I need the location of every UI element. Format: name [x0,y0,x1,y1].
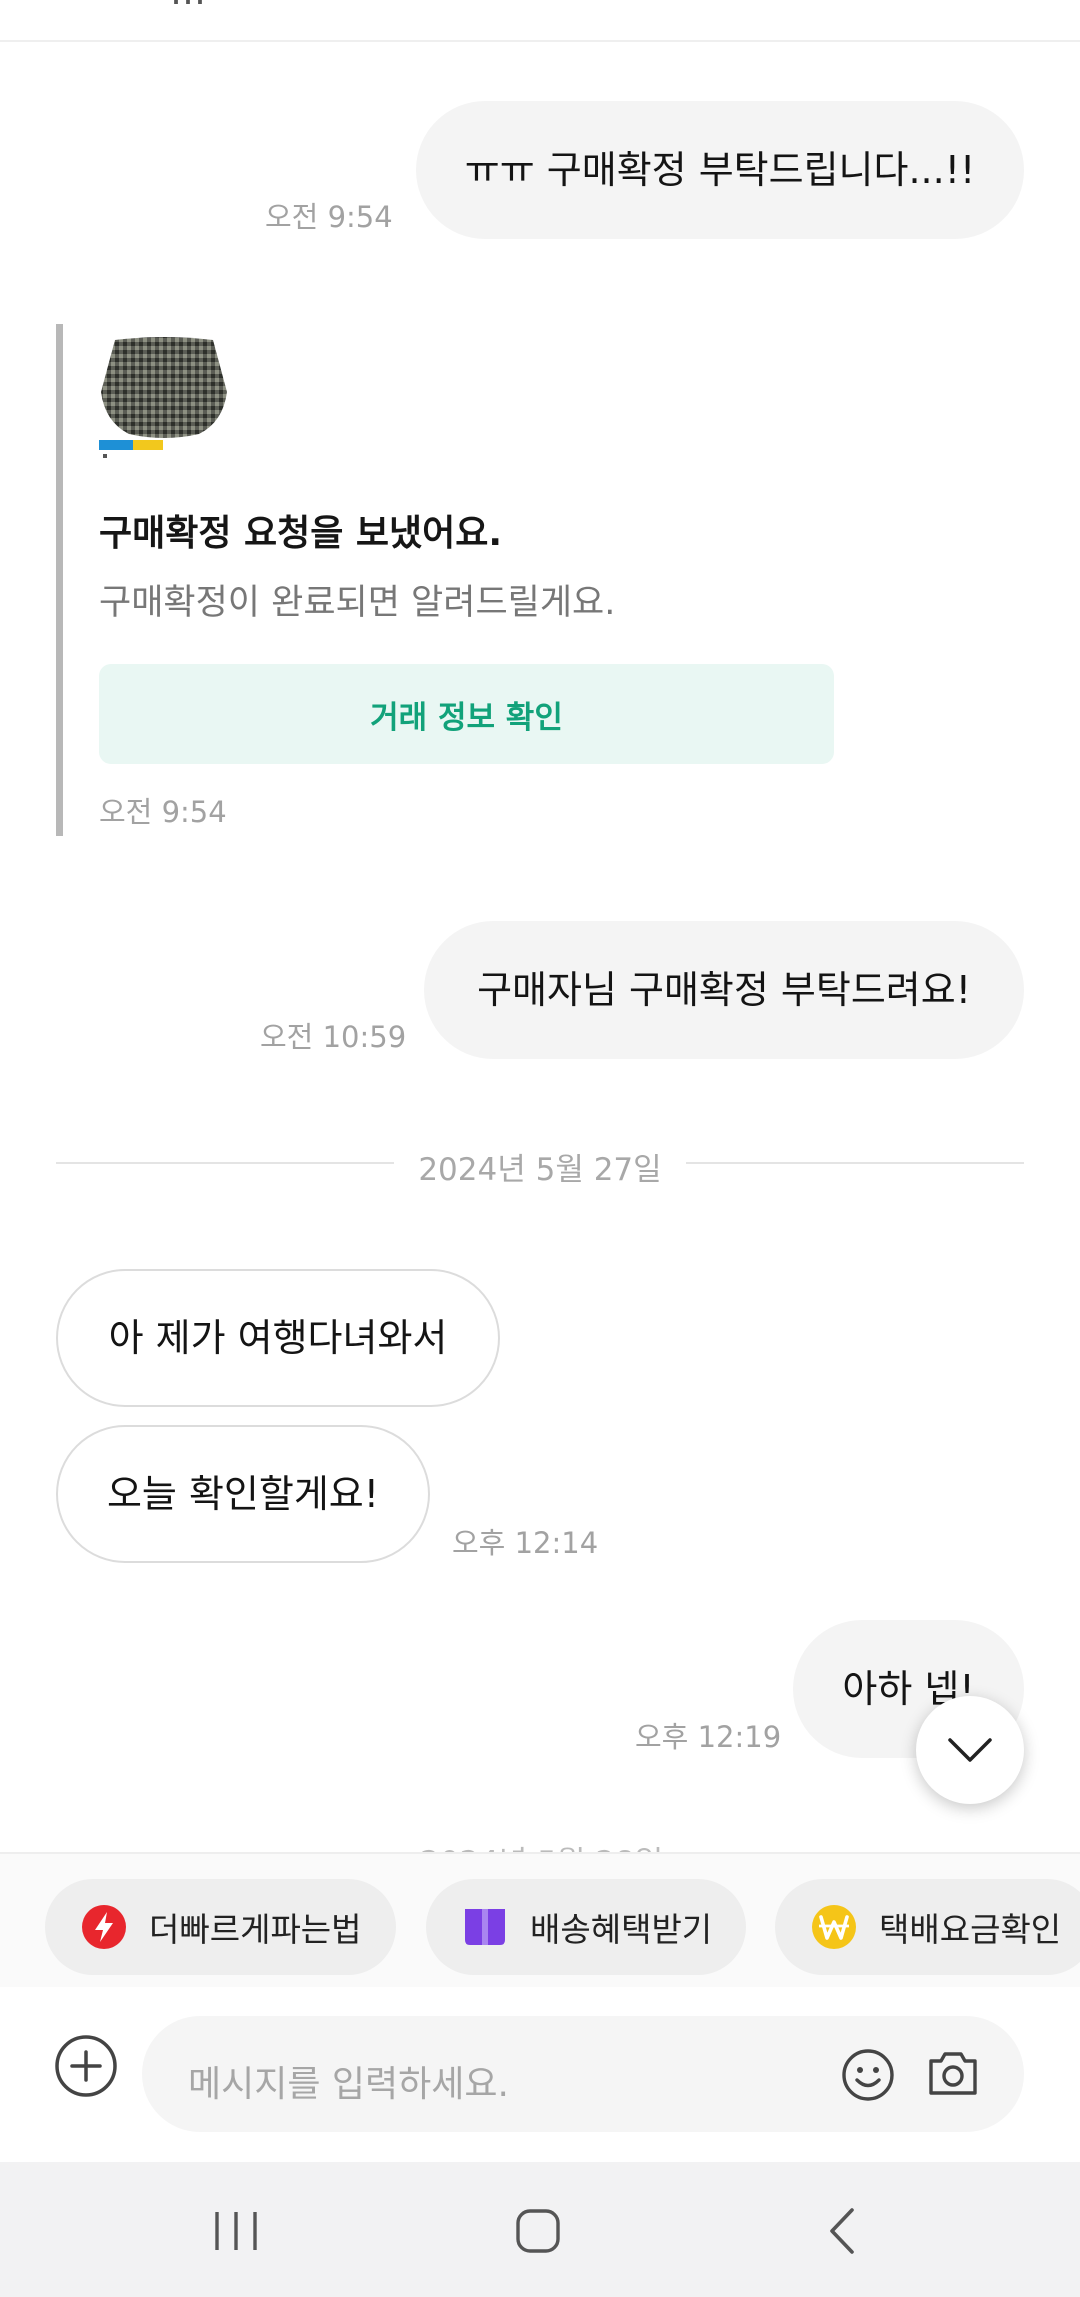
message-time: 오후 12:19 [635,1720,782,1754]
plus-circle-icon[interactable] [54,2034,118,2098]
quick-action-label: 더빠르게파는법 [149,1910,362,1949]
message-time: 오후 12:14 [452,1526,599,1560]
message-bubble-sent[interactable]: 구매자님 구매확정 부탁드려요! [424,921,1024,1059]
purchase-confirm-request-card: 구매확정 요청을 보냈어요. 구매확정이 완료되면 알려드릴게요. 거래 정보 … [56,324,856,836]
won-coin-icon [812,1905,856,1949]
divider-line [686,1162,1024,1164]
message-input-placeholder: 메시지를 입력하세요. [188,2064,509,2105]
quick-action-sell-faster[interactable]: 더빠르게파는법 [45,1879,396,1975]
quick-action-label: 배송혜택받기 [530,1910,713,1949]
gift-box-icon [465,1909,505,1945]
quick-action-shipping-benefit[interactable]: 배송혜택받기 [426,1879,747,1975]
quick-action-label: 택배요금확인 [879,1910,1062,1949]
date-label: 2024년 5월 27일 [418,1152,662,1188]
quick-actions-bar[interactable]: 더빠르게파는법 배송혜택받기 택배요금확인 [0,1852,1080,1987]
quick-action-delivery-fee[interactable]: 택배요금확인 [775,1879,1080,1975]
home-icon [516,2209,560,2253]
scroll-to-bottom-button[interactable] [916,1696,1024,1804]
message-text: 구매자님 구매확정 부탁드려요! [477,968,971,1012]
home-button[interactable] [498,2196,578,2266]
message-bubble-received[interactable]: 오늘 확인할게요! [56,1425,430,1563]
message-text: 아 제가 여행다녀와서 [108,1316,448,1360]
message-time: 오전 9:54 [265,200,393,234]
camera-icon[interactable] [926,2045,980,2101]
message-bubble-sent[interactable]: ㅠㅠ 구매확정 부탁드립니다...!! [416,101,1024,239]
message-bubble-received[interactable]: 아 제가 여행다녀와서 [56,1269,500,1407]
message-time: 오전 10:59 [260,1020,407,1054]
card-time: 오전 9:54 [99,795,227,829]
message-text: 오늘 확인할게요! [106,1472,380,1516]
message-input-bar: 메시지를 입력하세요. [0,1987,1080,2162]
back-chevron-icon [830,2208,854,2254]
recent-apps-button[interactable] [196,2196,276,2266]
system-navigation-bar [0,2162,1080,2297]
product-thumbnail[interactable] [99,334,229,464]
card-subtitle: 구매확정이 완료되면 알려드릴게요. [99,583,616,623]
recent-apps-icon [215,2212,257,2250]
date-divider: 2024년 5월 27일 [56,1142,1024,1188]
message-text: ㅠㅠ 구매확정 부탁드립니다...!! [464,148,976,192]
header-partial-text: … [170,0,206,13]
chat-messages[interactable]: ㅠㅠ 구매확정 부탁드립니다...!! 오전 9:54 구매확정 요청을 보냈어… [0,42,1080,1852]
view-transaction-info-button[interactable]: 거래 정보 확인 [99,664,834,764]
date-divider-partial: 2024년 5월 28일 [420,1837,663,1852]
chevron-down-icon [948,1738,992,1762]
back-button[interactable] [802,2196,882,2266]
lightning-icon [82,1905,126,1949]
top-header-partial: … [0,0,1080,42]
card-title: 구매확정 요청을 보냈어요. [99,513,503,554]
emoji-icon[interactable] [840,2047,896,2103]
